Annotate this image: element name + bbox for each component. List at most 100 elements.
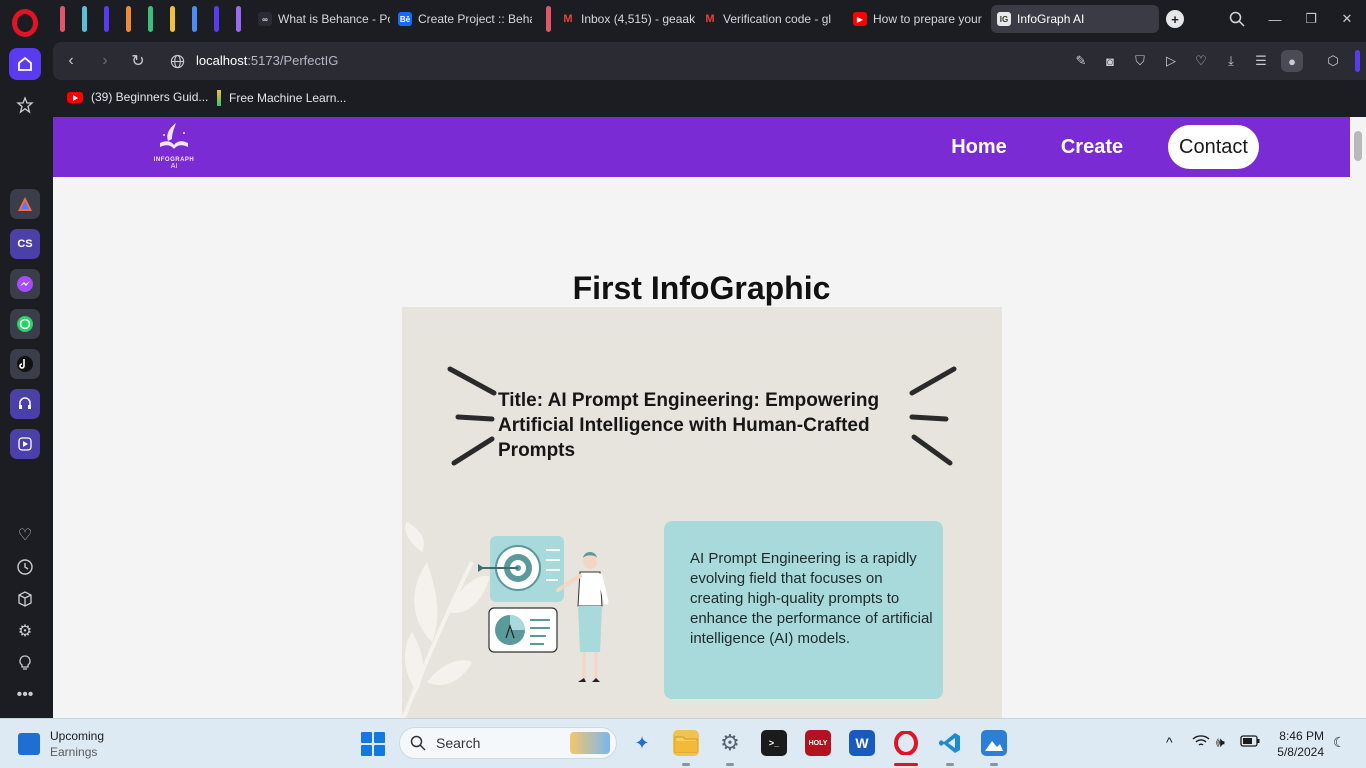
profile-avatar-icon[interactable]: ● — [1281, 50, 1303, 72]
page-viewport: INFOGRAPH AI Home Create Contact First I… — [53, 117, 1350, 718]
word-icon[interactable]: W — [849, 730, 875, 756]
behance-icon: ∞ — [258, 12, 272, 26]
minimize-icon[interactable]: — — [1266, 10, 1284, 28]
snapshot-camera-icon[interactable]: ◙ — [1101, 52, 1119, 70]
extensions-icon[interactable]: ⬡ — [1324, 52, 1342, 70]
battery-icon[interactable] — [1240, 734, 1260, 750]
edit-page-icon[interactable]: ✎ — [1072, 52, 1090, 70]
tab-label: InfoGraph AI — [1017, 12, 1085, 26]
tab-island-pill[interactable] — [236, 6, 241, 32]
copilot-icon[interactable]: ✦ — [629, 730, 655, 756]
flow-send-icon[interactable]: ▷ — [1162, 52, 1180, 70]
url-path: :5173/PerfectIG — [247, 53, 339, 68]
opera-browser-icon[interactable] — [893, 730, 919, 756]
nav-contact-button[interactable]: Contact — [1168, 125, 1259, 169]
opera-logo-icon[interactable] — [12, 9, 38, 37]
left-burst-strokes — [447, 366, 497, 466]
tips-bulb-icon[interactable] — [15, 653, 35, 673]
url-field[interactable]: localhost:5173/PerfectIG — [196, 53, 338, 68]
bookmark-icon — [217, 90, 221, 106]
tab-island-pill[interactable] — [104, 6, 109, 32]
bible-app-icon[interactable]: HOLY — [805, 730, 831, 756]
photos-icon[interactable] — [981, 730, 1007, 756]
speed-dial-star-icon[interactable] — [15, 95, 35, 115]
reload-icon[interactable]: ↻ — [128, 51, 148, 71]
widget-title: Upcoming — [50, 729, 105, 743]
tab-label: What is Behance - Po — [278, 12, 390, 26]
close-icon[interactable]: ✕ — [1338, 10, 1356, 28]
cs-app-icon[interactable]: CS — [10, 229, 40, 259]
widgets-button[interactable]: Upcoming Earnings — [18, 729, 104, 759]
bookmark-youtube[interactable]: (39) Beginners Guid... — [67, 90, 208, 104]
file-explorer-icon[interactable] — [673, 730, 699, 756]
forward-arrow-icon[interactable]: › — [95, 51, 115, 71]
running-indicator — [726, 763, 734, 766]
player-icon[interactable] — [10, 429, 40, 459]
tab-label: Create Project :: Beha — [418, 12, 532, 26]
aria-app-icon[interactable] — [10, 189, 40, 219]
show-hidden-icons-chevron-icon[interactable]: ^ — [1166, 734, 1173, 750]
tab-behance-create[interactable]: Bē Create Project :: Beha — [392, 5, 532, 33]
adblock-shield-icon[interactable]: ⛉ — [1131, 52, 1149, 70]
youtube-icon: ▶ — [853, 12, 867, 26]
nav-create-link[interactable]: Create — [1054, 125, 1130, 169]
focus-moon-icon[interactable]: ☾ — [1333, 734, 1346, 751]
system-clock[interactable]: 8:46 PM 5/8/2024 — [1272, 728, 1324, 760]
new-tab-plus-icon[interactable]: + — [1166, 10, 1184, 28]
tab-infograph-active[interactable]: IG InfoGraph AI — [991, 5, 1159, 33]
downloads-icon[interactable]: ⤓ — [1222, 52, 1240, 70]
bookmark-heart-icon[interactable]: ♡ — [1192, 52, 1210, 70]
stocks-chart-icon — [18, 733, 40, 755]
favorites-heart-icon[interactable]: ♡ — [15, 525, 35, 545]
vscode-icon[interactable] — [937, 730, 963, 756]
tab-search-icon[interactable] — [1228, 10, 1246, 28]
tab-label: Verification code - gl — [723, 12, 832, 26]
volume-icon[interactable]: 🕪 — [1216, 734, 1225, 751]
scrollbar-thumb[interactable] — [1354, 131, 1362, 161]
tab-youtube[interactable]: ▶ How to prepare your — [847, 5, 987, 33]
back-arrow-icon[interactable]: ‹ — [61, 51, 81, 71]
nav-home-link[interactable]: Home — [943, 125, 1015, 169]
bookmark-ml[interactable]: Free Machine Learn... — [217, 90, 346, 106]
address-bar: ‹ › ↻ localhost:5173/PerfectIG ✎ ◙ ⛉ ▷ ♡… — [53, 42, 1366, 80]
restore-icon[interactable]: ❐ — [1302, 10, 1320, 28]
whatsapp-icon[interactable] — [10, 309, 40, 339]
bookmarks-bar: (39) Beginners Guid... Free Machine Lear… — [53, 82, 1366, 114]
tab-island-pill[interactable] — [82, 6, 87, 32]
extensions-cube-icon[interactable] — [15, 589, 35, 609]
easy-setup-icon[interactable]: ☰ — [1252, 52, 1270, 70]
behance-icon: Bē — [398, 12, 412, 26]
tab-island-pill[interactable] — [214, 6, 219, 32]
tab-gmail-inbox[interactable]: M Inbox (4,515) - geaak — [555, 5, 695, 33]
home-button[interactable] — [9, 48, 41, 80]
taskbar-search-box[interactable]: Search — [399, 727, 617, 759]
settings-gear-icon[interactable]: ⚙ — [15, 621, 35, 641]
tab-bar: ∞ What is Behance - Po Bē Create Project… — [50, 0, 1366, 38]
infographic-card: Title: AI Prompt Engineering: Empowering… — [402, 307, 1002, 718]
site-logo[interactable]: INFOGRAPH AI — [149, 121, 199, 173]
search-highlight-icon — [570, 732, 610, 754]
tab-island-pill[interactable] — [126, 6, 131, 32]
start-windows-icon[interactable] — [361, 732, 385, 756]
settings-gear-icon[interactable]: ⚙ — [717, 730, 743, 756]
gmail-icon: M — [563, 13, 573, 25]
music-player-icon[interactable] — [10, 389, 40, 419]
history-clock-icon[interactable] — [15, 557, 35, 577]
tab-gmail-verification[interactable]: M Verification code - gl — [697, 5, 842, 33]
tiktok-icon[interactable] — [10, 349, 40, 379]
wifi-icon[interactable] — [1192, 734, 1210, 751]
tab-island-pill[interactable] — [60, 6, 65, 32]
tab-behance-what[interactable]: ∞ What is Behance - Po — [252, 5, 390, 33]
site-info-globe-icon[interactable] — [167, 51, 187, 71]
infographic-description: AI Prompt Engineering is a rapidly evolv… — [664, 521, 943, 699]
messenger-icon[interactable] — [10, 269, 40, 299]
tab-island-pill[interactable] — [546, 6, 551, 32]
tab-island-pill[interactable] — [192, 6, 197, 32]
terminal-icon[interactable]: >_ — [761, 730, 787, 756]
tab-island-pill[interactable] — [148, 6, 153, 32]
tab-island-pill[interactable] — [170, 6, 175, 32]
page-scrollbar[interactable] — [1350, 117, 1366, 718]
more-dots-icon[interactable]: ••• — [15, 685, 35, 705]
running-indicator — [682, 763, 690, 766]
right-burst-strokes — [909, 366, 957, 466]
